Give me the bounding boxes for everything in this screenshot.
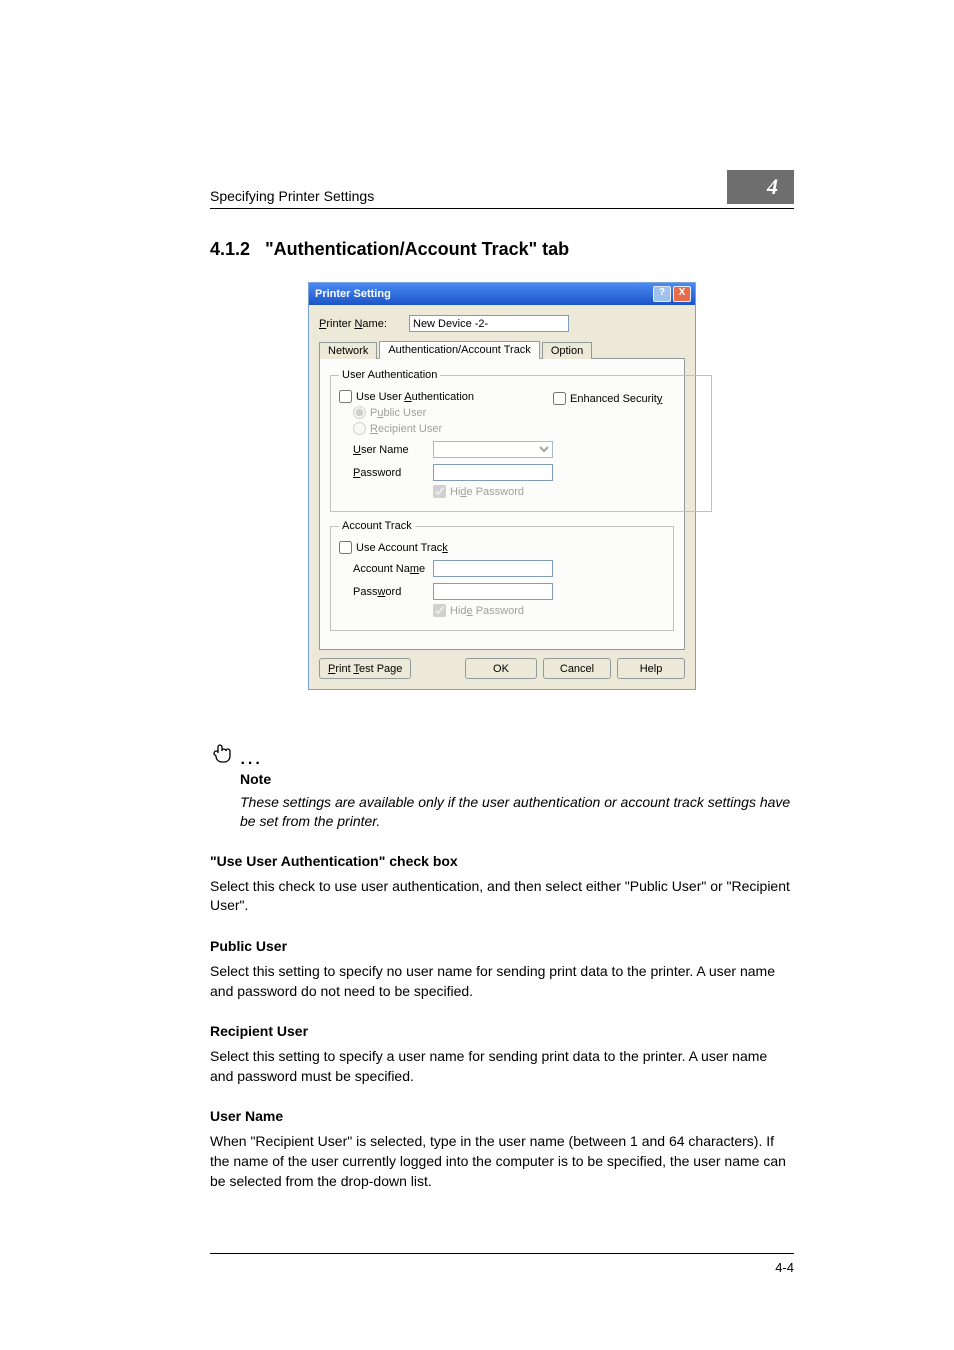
user-authentication-group: User Authentication Use User Authenticat… [330,369,712,512]
heading-recipient-user: Recipient User [210,1023,794,1039]
account-name-label: Account Name [353,563,433,575]
user-name-label: User Name [353,444,433,456]
section-title-text: "Authentication/Account Track" tab [265,239,569,259]
close-titlebar-button[interactable]: X [673,286,691,302]
account-password-label: Password [353,586,433,598]
cancel-button[interactable]: Cancel [543,658,611,679]
dialog-title: Printer Setting [315,288,391,300]
text-public-user: Select this setting to specify no user n… [210,962,794,1001]
tabpane-auth: User Authentication Use User Authenticat… [319,359,685,650]
note-label: Note [240,771,794,787]
page-number: 4-4 [775,1260,794,1275]
use-account-track-checkbox[interactable]: Use Account Track [339,541,665,554]
user-authentication-legend: User Authentication [339,369,440,381]
tab-network[interactable]: Network [319,342,377,359]
printer-name-label: Printer Name: [319,318,409,330]
text-use-user-auth: Select this check to use user authentica… [210,877,794,916]
enhanced-security-checkbox[interactable]: Enhanced Security [553,392,703,405]
recipient-user-radio: Recipient User [353,422,553,435]
ok-button[interactable]: OK [465,658,537,679]
heading-user-name: User Name [210,1108,794,1124]
help-button[interactable]: Help [617,658,685,679]
account-password-input [433,583,553,600]
public-user-radio: Public User [353,406,553,419]
section-number: 4.1.2 [210,239,250,259]
text-user-name: When "Recipient User" is selected, type … [210,1132,794,1191]
dialog-titlebar: Printer Setting ? X [309,283,695,305]
page-footer: 4-4 [210,1253,794,1275]
note-text: These settings are available only if the… [240,793,794,831]
account-track-group: Account Track Use Account Track Account … [330,520,674,631]
section-heading: 4.1.2 "Authentication/Account Track" tab [210,239,794,260]
breadcrumb: Specifying Printer Settings [210,188,374,204]
heading-use-user-auth: "Use User Authentication" check box [210,853,794,869]
note-icon [210,751,238,768]
tabstrip: Network Authentication/Account Track Opt… [319,338,685,359]
chapter-badge: 4 [727,170,794,204]
printer-name-input[interactable] [409,315,569,332]
userauth-hide-password-checkbox: Hide Password [433,485,553,498]
account-track-legend: Account Track [339,520,415,532]
userauth-password-label: Password [353,467,433,479]
printer-setting-dialog: Printer Setting ? X Printer Name: Networ… [308,282,696,690]
text-recipient-user: Select this setting to specify a user na… [210,1047,794,1086]
use-user-authentication-checkbox[interactable]: Use User Authentication [339,390,553,403]
account-name-input [433,560,553,577]
heading-public-user: Public User [210,938,794,954]
user-name-combo [433,441,553,458]
note-dots: ... [240,751,262,768]
account-hide-password-checkbox: Hide Password [433,604,665,617]
print-test-page-button[interactable]: Print Test Page [319,658,411,679]
tab-auth[interactable]: Authentication/Account Track [379,341,539,359]
help-titlebar-button[interactable]: ? [653,286,671,302]
tab-option[interactable]: Option [542,342,592,359]
userauth-password-input [433,464,553,481]
